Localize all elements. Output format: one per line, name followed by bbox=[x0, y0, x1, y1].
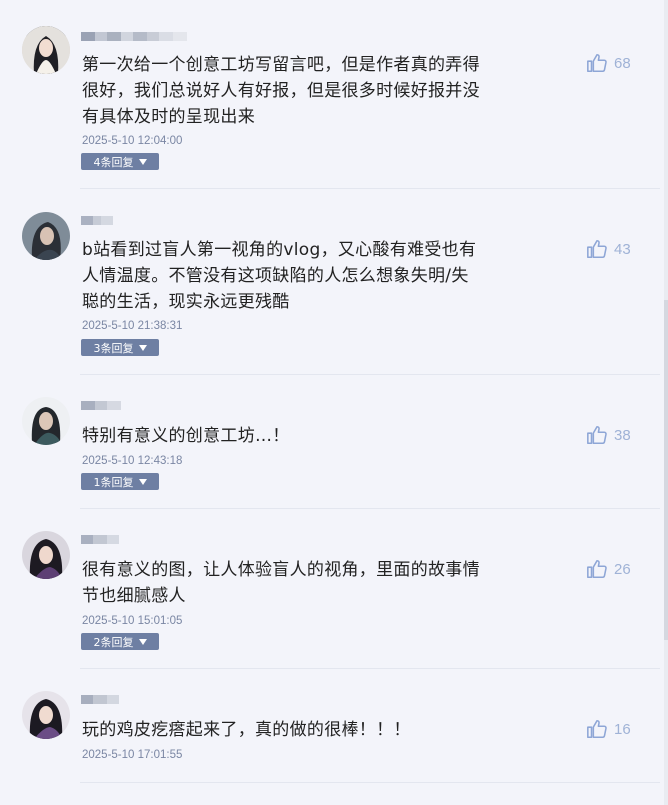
like-count: 43 bbox=[614, 240, 631, 258]
username-blurred bbox=[81, 401, 121, 419]
caret-down-icon bbox=[138, 344, 147, 351]
username-blurred bbox=[81, 535, 119, 553]
avatar-image bbox=[22, 397, 70, 445]
view-replies-button[interactable]: 1条回复 bbox=[81, 473, 159, 490]
like-count: 68 bbox=[614, 54, 631, 72]
view-replies-button[interactable]: 3条回复 bbox=[81, 339, 159, 356]
comment-timestamp: 2025-5-10 12:43:18 bbox=[82, 455, 183, 467]
divider bbox=[80, 508, 660, 509]
like-button[interactable]: 68 bbox=[586, 52, 631, 74]
thumbs-up-icon bbox=[587, 239, 607, 259]
like-button[interactable]: 38 bbox=[586, 424, 631, 446]
like-button[interactable]: 43 bbox=[586, 238, 631, 260]
comment-text: 玩的鸡皮疙瘩起来了，真的做的很棒！！！ bbox=[82, 720, 411, 740]
like-count: 16 bbox=[614, 720, 631, 738]
view-replies-button[interactable]: 4条回复 bbox=[81, 153, 159, 170]
comment-timestamp: 2025-5-10 15:01:05 bbox=[82, 615, 183, 627]
thumbs-up-icon bbox=[587, 559, 607, 579]
like-button[interactable]: 26 bbox=[586, 558, 631, 580]
caret-down-icon bbox=[138, 638, 147, 645]
avatar-image bbox=[22, 531, 70, 579]
thumbs-up-icon bbox=[587, 425, 607, 445]
reply-count-label: 1条回复 bbox=[93, 475, 134, 489]
avatar[interactable] bbox=[22, 691, 70, 739]
thumbs-up-icon bbox=[587, 53, 607, 73]
comment-text: 特别有意义的创意工坊…！ bbox=[82, 426, 290, 446]
reply-count-label: 3条回复 bbox=[93, 341, 134, 355]
avatar[interactable] bbox=[22, 212, 70, 260]
comment-text: 第一次给一个创意工坊写留言吧，但是作者真的弄得很好，我们总说好人有好报，但是很多… bbox=[82, 55, 480, 127]
reply-count-label: 2条回复 bbox=[93, 635, 134, 649]
divider bbox=[80, 374, 660, 375]
comment-timestamp: 2025-5-10 17:01:55 bbox=[82, 749, 183, 761]
avatar-image bbox=[22, 26, 70, 74]
avatar[interactable] bbox=[22, 397, 70, 445]
username-blurred bbox=[81, 695, 119, 713]
caret-down-icon bbox=[138, 478, 147, 485]
comment-timestamp: 2025-5-10 12:04:00 bbox=[82, 135, 183, 147]
divider bbox=[80, 668, 660, 669]
comment-timestamp: 2025-5-10 21:38:31 bbox=[82, 320, 183, 332]
reply-count-label: 4条回复 bbox=[93, 155, 134, 169]
like-count: 26 bbox=[614, 560, 631, 578]
avatar[interactable] bbox=[22, 26, 70, 74]
username-blurred bbox=[81, 32, 187, 50]
thumbs-up-icon bbox=[587, 719, 607, 739]
avatar-image bbox=[22, 691, 70, 739]
like-button[interactable]: 16 bbox=[586, 718, 631, 740]
view-replies-button[interactable]: 2条回复 bbox=[81, 633, 159, 650]
comment-text: 很有意义的图，让人体验盲人的视角，里面的故事情节也细腻感人 bbox=[82, 560, 480, 606]
divider bbox=[80, 782, 660, 783]
divider bbox=[80, 188, 660, 189]
avatar[interactable] bbox=[22, 531, 70, 579]
comment-text: b站看到过盲人第一视角的vlog，又心酸有难受也有人情温度。不管没有这项缺陷的人… bbox=[82, 240, 477, 312]
like-count: 38 bbox=[614, 426, 631, 444]
avatar-image bbox=[22, 212, 70, 260]
username-blurred bbox=[81, 216, 113, 234]
caret-down-icon bbox=[138, 158, 147, 165]
scrollbar-thumb[interactable] bbox=[664, 300, 668, 640]
